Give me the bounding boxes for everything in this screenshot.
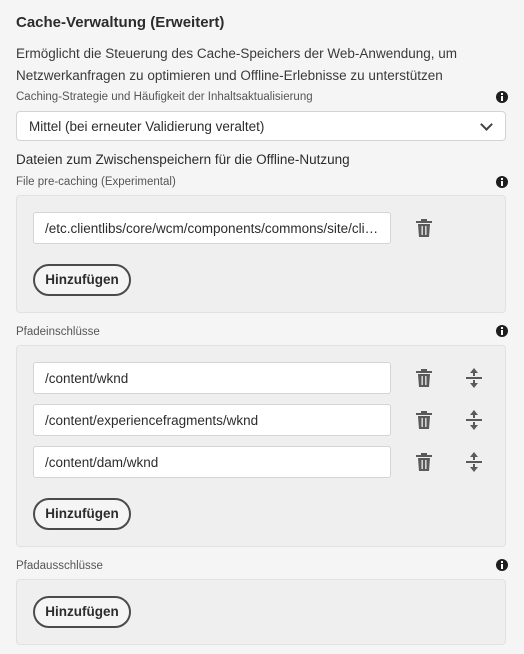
inclusion-path-field[interactable]: /content/dam/wknd	[33, 446, 391, 478]
caching-strategy-label: Caching-Strategie und Häufigkeit der Inh…	[16, 91, 313, 103]
add-exclusion-button[interactable]: Hinzufügen	[33, 596, 131, 628]
trash-icon[interactable]	[415, 410, 433, 430]
inclusions-label: Pfadeinschlüsse	[16, 326, 100, 338]
inclusions-panel: /content/wknd /content/experiencefragmen…	[16, 345, 506, 547]
move-icon[interactable]	[465, 452, 483, 472]
precaching-panel: /etc.clientlibs/core/wcm/components/comm…	[16, 195, 506, 313]
trash-icon[interactable]	[415, 368, 433, 388]
info-icon[interactable]	[496, 325, 508, 337]
exclusions-label: Pfadausschlüsse	[16, 560, 103, 572]
inclusion-path-field[interactable]: /content/wknd	[33, 362, 391, 394]
move-icon[interactable]	[465, 410, 483, 430]
inclusion-path-value: /content/experiencefragments/wknd	[45, 413, 259, 428]
add-inclusion-button[interactable]: Hinzufügen	[33, 498, 131, 530]
chevron-down-icon	[480, 118, 493, 131]
exclusions-panel: Hinzufügen	[16, 579, 506, 645]
trash-icon[interactable]	[415, 452, 433, 472]
precaching-path-field[interactable]: /etc.clientlibs/core/wcm/components/comm…	[33, 212, 391, 244]
info-icon[interactable]	[496, 559, 508, 571]
inclusion-path-field[interactable]: /content/experiencefragments/wknd	[33, 404, 391, 436]
add-precaching-button[interactable]: Hinzufügen	[33, 264, 131, 296]
info-icon[interactable]	[496, 176, 508, 188]
move-icon[interactable]	[465, 368, 483, 388]
section-title: Cache-Verwaltung (Erweitert)	[16, 14, 225, 31]
caching-strategy-value: Mittel (bei erneuter Validierung veralte…	[29, 119, 265, 134]
info-icon[interactable]	[496, 91, 508, 103]
trash-icon[interactable]	[415, 218, 433, 238]
precaching-path-value: /etc.clientlibs/core/wcm/components/comm…	[45, 221, 381, 236]
caching-strategy-select[interactable]: Mittel (bei erneuter Validierung veralte…	[16, 111, 506, 141]
inclusion-path-value: /content/wknd	[45, 371, 129, 386]
section-description: Ermöglicht die Steuerung des Cache-Speic…	[16, 46, 457, 83]
offline-files-heading: Dateien zum Zwischenspeichern für die Of…	[16, 152, 350, 167]
inclusion-path-value: /content/dam/wknd	[45, 455, 159, 470]
precaching-label: File pre-caching (Experimental)	[16, 176, 176, 188]
